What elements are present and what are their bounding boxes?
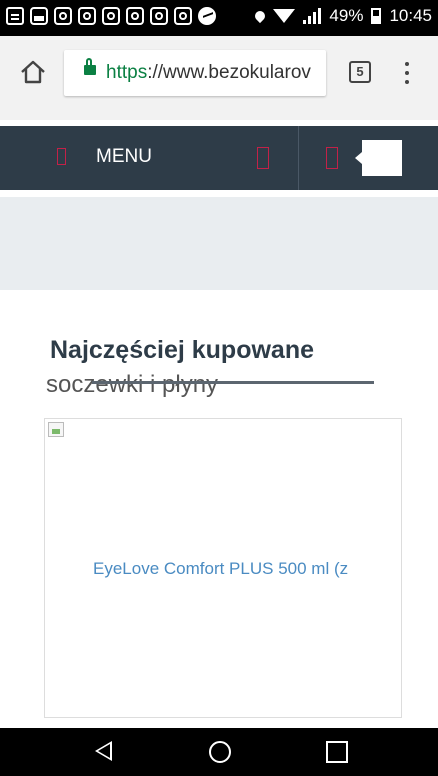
android-navigation-bar [0,728,438,776]
clock: 10:45 [389,6,432,25]
navbar-divider [298,126,299,190]
product-card[interactable]: EyeLove Comfort PLUS 500 ml (z [44,418,402,718]
status-bar: 49% 10:45 [0,0,438,36]
tab-switcher-button[interactable]: 5 [349,61,371,83]
battery-icon [371,8,382,24]
browser-toolbar: https://www.bezokularov 5 [0,36,438,120]
site-navbar: MENU [0,126,438,190]
url-text[interactable]: https://www.bezokularov [106,62,311,84]
address-bar[interactable]: https://www.bezokularov [64,50,326,96]
signal-icon [303,8,322,24]
recent-apps-icon[interactable] [326,741,348,763]
url-scheme: https [106,62,148,83]
instagram-icon [54,7,72,25]
banner-area [0,197,438,290]
menu-button[interactable]: MENU [96,146,152,168]
instagram-icon [150,7,168,25]
title-underline [92,381,374,384]
url-host: ://www.bezokularov [147,62,311,83]
messenger-icon [198,7,216,25]
instagram-icon [174,7,192,25]
wifi-icon [273,9,296,23]
overflow-menu-icon[interactable] [405,62,409,84]
section-subtitle: soczewki i płyny [46,371,219,398]
image-icon [30,7,48,25]
home-icon[interactable] [19,58,47,86]
instagram-icon [78,7,96,25]
section-title: Najczęściej kupowane [50,336,315,364]
message-icon [6,7,24,25]
home-button-icon[interactable] [209,741,231,763]
product-link[interactable]: EyeLove Comfort PLUS 500 ml (z [93,559,348,579]
menu-icon[interactable] [57,148,66,165]
broken-image-icon[interactable] [48,422,64,437]
back-icon[interactable] [95,741,112,761]
cart-count-badge[interactable] [355,140,402,176]
cart-icon[interactable] [326,147,338,169]
lock-icon [84,58,96,75]
battery-percent: 49% [329,6,364,25]
location-icon [253,8,268,24]
instagram-icon [126,7,144,25]
system-indicators: 49% 10:45 [253,6,432,26]
instagram-icon [102,7,120,25]
notification-icons [6,7,216,25]
search-icon[interactable] [257,147,269,169]
